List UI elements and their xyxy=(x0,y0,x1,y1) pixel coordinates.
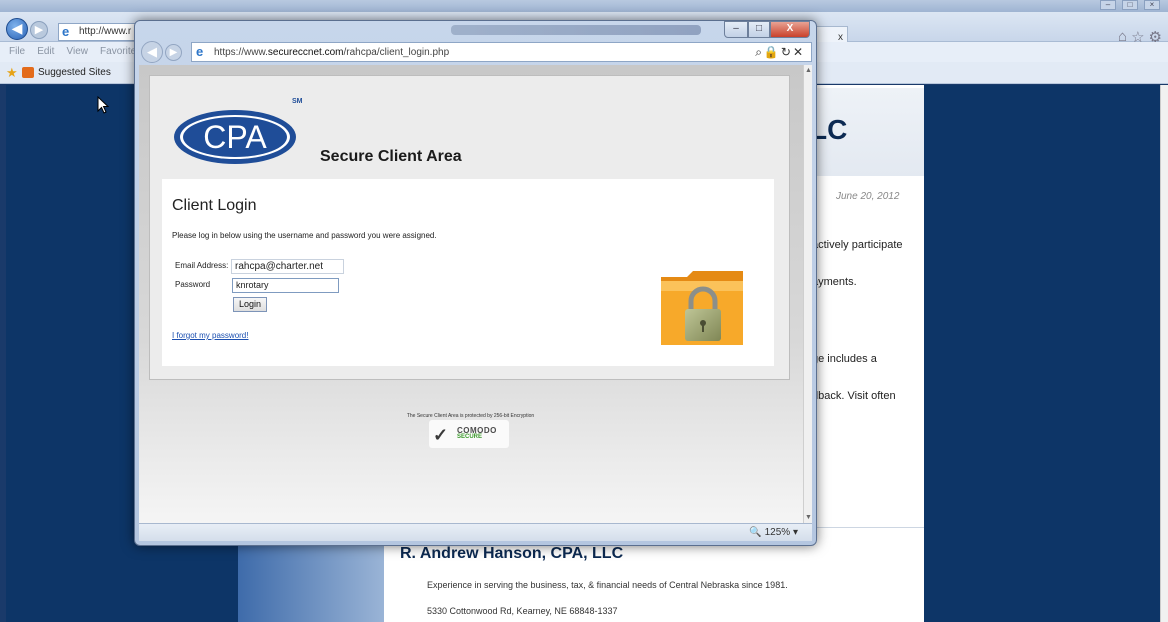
popup-close-button[interactable]: X xyxy=(770,21,810,38)
popup-status-bar: 🔍 125% ▾ xyxy=(139,523,812,541)
background-close-button[interactable]: × xyxy=(1144,0,1160,10)
cpa-logo: CPA xyxy=(174,110,296,164)
popup-nav-bar: ◀ ▶ e https://www.secureccnet.com/rahcpa… xyxy=(139,41,812,63)
cpa-logo-text: CPA xyxy=(203,119,267,155)
background-date: June 20, 2012 xyxy=(836,191,900,202)
refresh-icon[interactable]: ↻ xyxy=(781,45,793,59)
menu-view[interactable]: View xyxy=(66,46,88,57)
background-footer-address: 5330 Cottonwood Rd, Kearney, NE 68848-13… xyxy=(427,606,618,616)
popup-scrollbar[interactable]: ▲ ▼ xyxy=(803,65,812,523)
background-back-button[interactable]: ◀ xyxy=(6,18,28,40)
login-instructions: Please log in below using the username a… xyxy=(172,231,437,240)
comodo-secure-badge[interactable]: ✓ COMODO SECURE xyxy=(429,420,509,448)
popup-back-button[interactable]: ◀ xyxy=(141,41,163,63)
background-footer-tagline: Experience in serving the business, tax,… xyxy=(427,580,788,590)
secure-client-panel: CPA SM Secure Client Area Client Login P… xyxy=(149,75,790,380)
ie-icon: e xyxy=(62,24,70,39)
password-field[interactable]: knrotary xyxy=(232,278,339,293)
comodo-check-icon: ✓ xyxy=(433,425,449,445)
forgot-password-link[interactable]: I forgot my password! xyxy=(172,331,248,340)
background-scrollbar[interactable] xyxy=(1160,85,1168,622)
zoom-icon: 🔍 xyxy=(749,527,762,538)
popup-window-controls: – □ X xyxy=(724,21,810,38)
popup-title-bar[interactable]: – □ X xyxy=(135,21,816,39)
suggested-sites-link[interactable]: Suggested Sites xyxy=(38,67,111,78)
zoom-control[interactable]: 🔍 125% ▾ xyxy=(749,527,798,538)
menu-file[interactable]: File xyxy=(9,46,25,57)
popup-minimize-button[interactable]: – xyxy=(724,21,748,38)
background-address-text: http://www.r xyxy=(79,26,132,37)
page-title: Secure Client Area xyxy=(320,148,462,165)
login-button[interactable]: Login xyxy=(233,297,267,312)
popup-forward-button[interactable]: ▶ xyxy=(165,44,182,61)
encryption-note: The Secure Client Area is protected by 2… xyxy=(406,413,535,419)
menu-edit[interactable]: Edit xyxy=(37,46,54,57)
scroll-down-icon[interactable]: ▼ xyxy=(805,514,812,521)
email-field[interactable]: rahcpa@charter.net xyxy=(231,259,344,274)
password-label: Password xyxy=(175,280,211,289)
search-icon[interactable]: ⌕ xyxy=(755,45,764,59)
login-title: Client Login xyxy=(172,197,257,214)
login-box: Client Login Please log in below using t… xyxy=(162,179,774,366)
background-minimize-button[interactable]: – xyxy=(1100,0,1116,10)
background-text-fragment: dback. Visit often xyxy=(812,390,896,402)
login-popup-window: – □ X ◀ ▶ e https://www.secureccnet.com/… xyxy=(134,20,817,546)
popup-title-blurred xyxy=(451,25,701,35)
stop-icon[interactable]: ✕ xyxy=(793,45,805,59)
comodo-sub-label: SECURE xyxy=(457,434,483,440)
background-text-fragment: actively participate xyxy=(812,239,903,251)
cpa-logo-sm: SM xyxy=(292,98,303,105)
ie-icon: e xyxy=(196,44,204,59)
background-text-fragment: ge includes a xyxy=(812,353,877,365)
background-title-bar: – □ × xyxy=(0,0,1168,12)
popup-address-tools: ⌕🔒↻✕ xyxy=(755,45,805,60)
popup-url: https://www.secureccnet.com/rahcpa/clien… xyxy=(214,47,450,58)
email-label: Email Address: xyxy=(175,261,229,270)
background-window-controls: – □ × xyxy=(1100,0,1160,10)
scroll-up-icon[interactable]: ▲ xyxy=(805,67,812,74)
background-footer-title: R. Andrew Hanson, CPA, LLC xyxy=(400,545,624,562)
popup-address-bar[interactable]: e https://www.secureccnet.com/rahcpa/cli… xyxy=(191,42,812,62)
suggested-sites-icon xyxy=(22,67,34,78)
favorites-star-icon[interactable]: ★ xyxy=(6,65,18,81)
mouse-cursor-icon xyxy=(97,96,109,114)
popup-viewport: CPA SM Secure Client Area Client Login P… xyxy=(139,65,812,523)
background-forward-button[interactable]: ▶ xyxy=(30,21,48,39)
zoom-level: 125% xyxy=(764,527,791,538)
background-maximize-button[interactable]: □ xyxy=(1122,0,1138,10)
popup-maximize-button[interactable]: □ xyxy=(748,21,770,38)
lock-folder-icon xyxy=(661,271,743,345)
lock-icon[interactable]: 🔒 xyxy=(764,45,781,59)
background-text-fragment: ayments. xyxy=(812,276,857,288)
